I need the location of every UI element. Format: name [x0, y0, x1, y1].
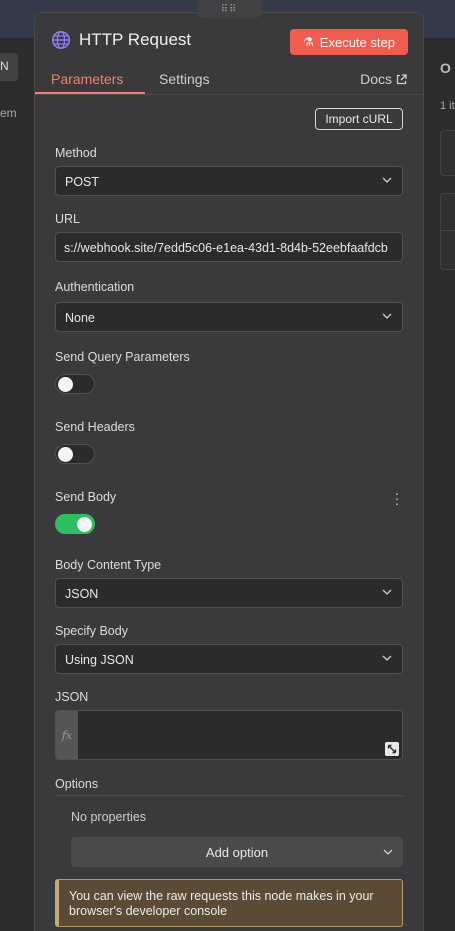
json-label: JSON	[55, 690, 89, 704]
send-body-label: Send Body	[55, 490, 117, 504]
globe-icon	[52, 31, 70, 49]
execute-step-label: Execute step	[319, 34, 395, 50]
chevron-down-icon	[382, 655, 392, 661]
drag-handle[interactable]: ⠿⠿	[197, 0, 261, 18]
output-control[interactable]	[440, 130, 455, 176]
options-label: Options	[55, 777, 99, 791]
specify-body-label: Specify Body	[55, 624, 128, 638]
chevron-down-icon	[382, 313, 392, 319]
body-content-type-select[interactable]: JSON	[55, 578, 403, 608]
specify-body-value: Using JSON	[65, 653, 134, 667]
docs-link[interactable]: Docs	[360, 71, 407, 87]
parameters-body: Import cURL Method POST URL s://webhook.…	[35, 95, 423, 931]
expand-editor-icon[interactable]	[385, 742, 399, 756]
node-title-row: HTTP Request	[51, 30, 191, 50]
info-notice: You can view the raw requests this node …	[55, 879, 403, 927]
body-content-type-value: JSON	[65, 587, 99, 601]
import-curl-button[interactable]: Import cURL	[315, 108, 403, 130]
chevron-down-icon	[383, 849, 393, 855]
specify-body-select[interactable]: Using JSON	[55, 644, 403, 674]
send-headers-label: Send Headers	[55, 420, 135, 434]
method-select[interactable]: POST	[55, 166, 403, 196]
tab-parameters[interactable]: Parameters	[51, 71, 123, 87]
toggle-knob	[77, 517, 92, 532]
json-editor[interactable]: fx	[55, 710, 403, 760]
no-properties-text: No properties	[71, 810, 147, 824]
method-value: POST	[65, 175, 100, 189]
left-pane	[0, 38, 34, 931]
more-options-icon[interactable]: · · ·	[394, 486, 400, 510]
add-option-label: Add option	[205, 844, 269, 860]
authentication-label: Authentication	[55, 280, 135, 294]
body-content-type-label: Body Content Type	[55, 558, 162, 572]
toggle-knob	[58, 447, 73, 462]
output-heading: O	[440, 60, 451, 76]
method-label: Method	[55, 146, 97, 160]
docs-label: Docs	[360, 71, 392, 87]
send-body-toggle[interactable]	[55, 514, 95, 534]
external-link-icon	[396, 73, 407, 84]
authentication-value: None	[65, 311, 95, 325]
flask-icon: ⚗	[303, 35, 314, 49]
execute-step-button[interactable]: ⚗ Execute step	[290, 29, 408, 55]
panel-header: HTTP Request ⚗ Execute step Parameters S…	[35, 13, 423, 95]
node-settings-panel: HTTP Request ⚗ Execute step Parameters S…	[34, 12, 424, 931]
chevron-down-icon	[382, 177, 392, 183]
send-query-toggle[interactable]	[55, 374, 95, 394]
left-pane-tab[interactable]: N	[0, 53, 18, 81]
left-pane-text: em	[0, 106, 17, 120]
chevron-down-icon	[382, 589, 392, 595]
active-tab-indicator	[35, 92, 145, 94]
authentication-select[interactable]: None	[55, 302, 403, 332]
send-headers-toggle[interactable]	[55, 444, 95, 464]
options-divider	[55, 795, 403, 796]
tab-settings[interactable]: Settings	[159, 71, 210, 87]
output-item-count: 1 it	[440, 100, 455, 112]
expression-fx-icon: fx	[56, 711, 78, 759]
url-label: URL	[55, 212, 81, 226]
node-title[interactable]: HTTP Request	[79, 30, 191, 50]
panel-tabs: Parameters Settings Docs	[35, 69, 423, 95]
send-query-label: Send Query Parameters	[55, 350, 190, 364]
toggle-knob	[58, 377, 73, 392]
output-table	[440, 193, 455, 270]
add-option-button[interactable]: Add option	[71, 837, 403, 867]
url-input[interactable]: s://webhook.site/7edd5c06-e1ea-43d1-8d4b…	[55, 232, 403, 262]
